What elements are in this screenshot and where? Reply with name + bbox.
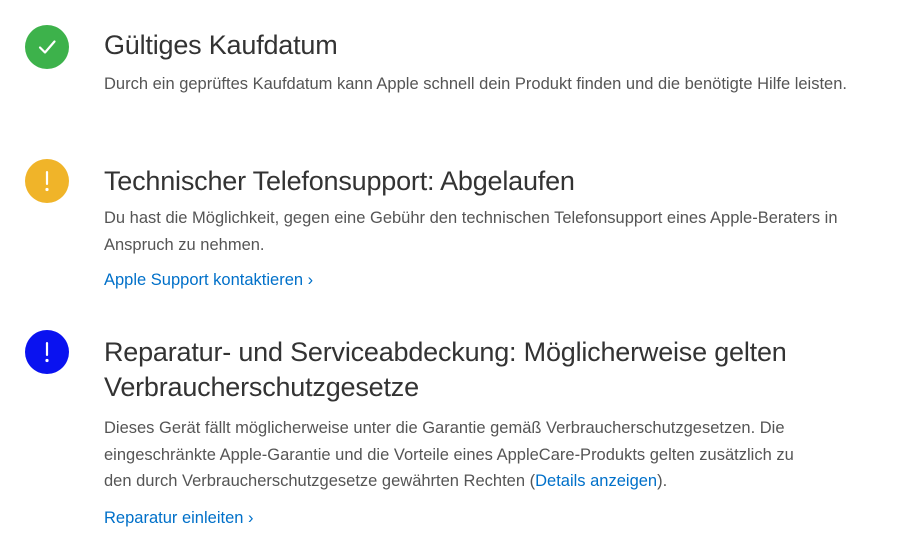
details-link[interactable]: Details anzeigen: [535, 472, 657, 490]
start-repair-link[interactable]: Reparatur einleiten ›: [104, 507, 254, 529]
repair-coverage-description-line3-suffix: ).: [657, 472, 668, 490]
exclamation-icon: [25, 159, 69, 203]
repair-coverage-title-line1: Reparatur- und Serviceabdeckung: Möglich…: [104, 337, 787, 367]
repair-coverage-description-line1: Dieses Gerät fällt möglicherweise unter …: [104, 419, 785, 437]
repair-coverage-title: Reparatur- und Serviceabdeckung: Möglich…: [104, 335, 894, 405]
purchase-date-title: Gültiges Kaufdatum: [104, 30, 338, 60]
checkmark-icon: [25, 25, 69, 69]
repair-coverage-description-line3-prefix: den durch Verbraucherschutzgesetze gewäh…: [104, 472, 536, 490]
phone-support-description: Du hast die Möglichkeit, gegen eine Gebü…: [104, 209, 838, 254]
repair-coverage-title-line2: Verbraucherschutzgesetze: [104, 372, 419, 402]
purchase-date-description: Durch ein geprüftes Kaufdatum kann Apple…: [104, 75, 847, 93]
exclamation-icon: [25, 330, 69, 374]
repair-coverage-description-line2: eingeschränkte Apple-Garantie und die Vo…: [104, 445, 794, 464]
repair-coverage-description: Dieses Gerät fällt möglicherweise unter …: [104, 415, 894, 495]
contact-support-link[interactable]: Apple Support kontaktieren ›: [104, 269, 313, 291]
phone-support-title: Technischer Telefonsupport: Abgelaufen: [104, 166, 575, 196]
